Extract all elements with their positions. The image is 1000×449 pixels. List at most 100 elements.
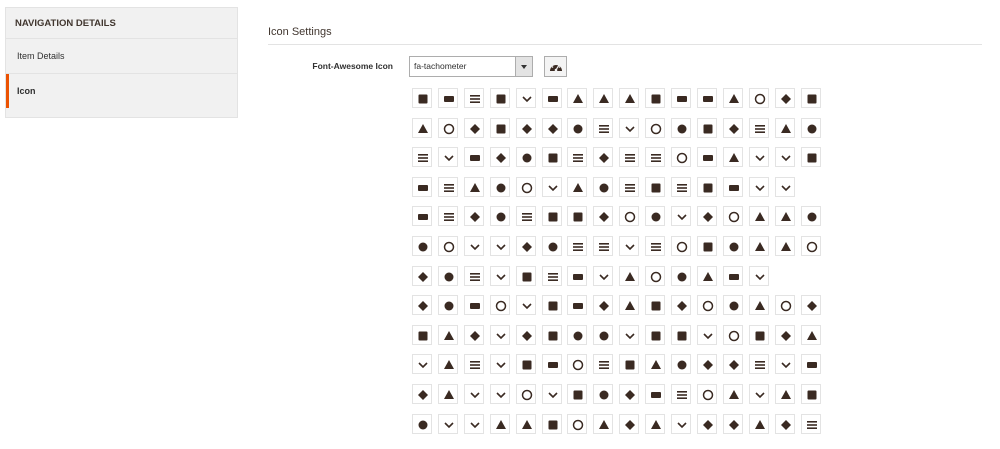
icon-option-angle-right[interactable] [464,118,484,138]
icon-option-cloud-download[interactable] [697,325,717,345]
sidebar-item-icon[interactable]: Icon [6,74,237,108]
icon-option-behance-square[interactable] [593,177,613,197]
icon-option-bookmark[interactable] [645,206,665,226]
icon-option-ambulance[interactable] [619,88,639,108]
icon-option-bold[interactable] [542,206,562,226]
icon-option-chevron-up[interactable] [412,325,432,345]
icon-option-at[interactable] [619,147,639,167]
icon-option-bluetooth-b[interactable] [516,206,536,226]
icon-option-chevron-left[interactable] [775,295,795,315]
icon-option-chain-broken[interactable] [490,295,510,315]
icon-option-chevron-circle-up[interactable] [723,295,743,315]
icon-option-car[interactable] [749,236,769,256]
icon-option-commenting-o[interactable] [619,354,639,374]
icon-option-asterisk[interactable] [593,147,613,167]
icon-option-cc-mastercard[interactable] [723,266,743,286]
icon-option-diamond[interactable] [775,384,795,404]
icon-option-eur[interactable] [775,414,795,434]
icon-option-chrome[interactable] [464,325,484,345]
icon-option-crop[interactable] [490,384,510,404]
icon-option-check-square[interactable] [593,295,613,315]
chevron-down-icon[interactable] [515,57,532,76]
icon-option-circle-thin[interactable] [567,325,587,345]
icon-option-align-center[interactable] [490,88,510,108]
icon-option-angellist[interactable] [697,88,717,108]
icon-option-bicycle[interactable] [723,177,743,197]
icon-option-ellipsis-v[interactable] [619,414,639,434]
icon-option-caret-square-o-down[interactable] [438,266,458,286]
icon-option-cc-discover[interactable] [671,266,691,286]
icon-option-bell[interactable] [619,177,639,197]
icon-option-building-o[interactable] [801,206,821,226]
icon-option-cube[interactable] [567,384,587,404]
icon-option-caret-up[interactable] [516,266,536,286]
icon-option-battery-quarter[interactable] [464,177,484,197]
icon-option-exchange[interactable] [801,414,821,434]
icon-option-bed[interactable] [516,177,536,197]
icon-option-align-justify[interactable] [516,88,536,108]
icon-option-copyright[interactable] [801,354,821,374]
icon-option-comments-o[interactable] [671,354,691,374]
icon-option-delicious[interactable] [697,384,717,404]
icon-option-battery-three-quarters[interactable] [490,177,510,197]
icon-option-angle-double-right[interactable] [775,88,795,108]
icon-option-battery-empty[interactable] [801,147,821,167]
icon-option-chevron-circle-right[interactable] [697,295,717,315]
icon-option-bomb[interactable] [593,206,613,226]
icon-option-angle-double-left[interactable] [749,88,769,108]
icon-select[interactable]: fa-tachometer [409,56,533,77]
icon-option-cloud[interactable] [671,325,691,345]
icon-option-area-chart[interactable] [567,118,587,138]
icon-option-codepen[interactable] [801,325,821,345]
icon-option-check[interactable] [516,295,536,315]
icon-option-arrows-alt[interactable] [516,147,536,167]
icon-option-bell-o[interactable] [645,177,665,197]
icon-option-clock-o[interactable] [619,325,639,345]
icon-option-dot-circle-o[interactable] [412,414,432,434]
icon-option-clipboard[interactable] [593,325,613,345]
icon-option-clone[interactable] [645,325,665,345]
icon-option-envelope-o[interactable] [697,414,717,434]
icon-option-circle[interactable] [490,325,510,345]
icon-option-calculator[interactable] [516,236,536,256]
icon-option-dribbble[interactable] [464,414,484,434]
icon-option-bug[interactable] [749,206,769,226]
icon-option-bluetooth[interactable] [490,206,510,226]
icon-option-android[interactable] [671,88,691,108]
icon-option-calendar-times-o[interactable] [671,236,691,256]
icon-option-caret-right[interactable] [412,266,432,286]
icon-option-bitbucket-square[interactable] [438,206,458,226]
icon-option-black-tie[interactable] [464,206,484,226]
icon-option-dashcube[interactable] [645,384,665,404]
icon-option-cog[interactable] [464,354,484,374]
icon-option-empire[interactable] [645,414,665,434]
icon-option-bars[interactable] [775,147,795,167]
icon-option-arrow-circle-o-right[interactable] [697,118,717,138]
icon-option-circle-o[interactable] [516,325,536,345]
icon-option-anchor[interactable] [645,88,665,108]
icon-option-archive[interactable] [542,118,562,138]
icon-option-compass[interactable] [697,354,717,374]
icon-option-certificate[interactable] [464,295,484,315]
icon-option-align-right[interactable] [567,88,587,108]
icon-option-500px[interactable] [412,88,432,108]
icon-option-beer[interactable] [542,177,562,197]
icon-option-battery-full[interactable] [412,177,432,197]
icon-option-child[interactable] [438,325,458,345]
icon-option-angle-double-up[interactable] [801,88,821,108]
icon-option-comment[interactable] [542,354,562,374]
icon-option-bar-chart[interactable] [723,147,743,167]
icon-option-comments[interactable] [645,354,665,374]
icon-option-cc-diners-club[interactable] [645,266,665,286]
icon-option-balance-scale[interactable] [671,147,691,167]
icon-option-camera-retro[interactable] [723,236,743,256]
icon-option-calendar-plus-o[interactable] [645,236,665,256]
icon-option-envelope-square[interactable] [723,414,743,434]
icon-option-arrow-circle-o-down[interactable] [645,118,665,138]
icon-option-arrow-right[interactable] [438,147,458,167]
icon-option-cc-visa[interactable] [438,295,458,315]
icon-option-angle-up[interactable] [490,118,510,138]
icon-option-angle-double-down[interactable] [723,88,743,108]
icon-option-chevron-right[interactable] [801,295,821,315]
icon-option-calendar-o[interactable] [619,236,639,256]
